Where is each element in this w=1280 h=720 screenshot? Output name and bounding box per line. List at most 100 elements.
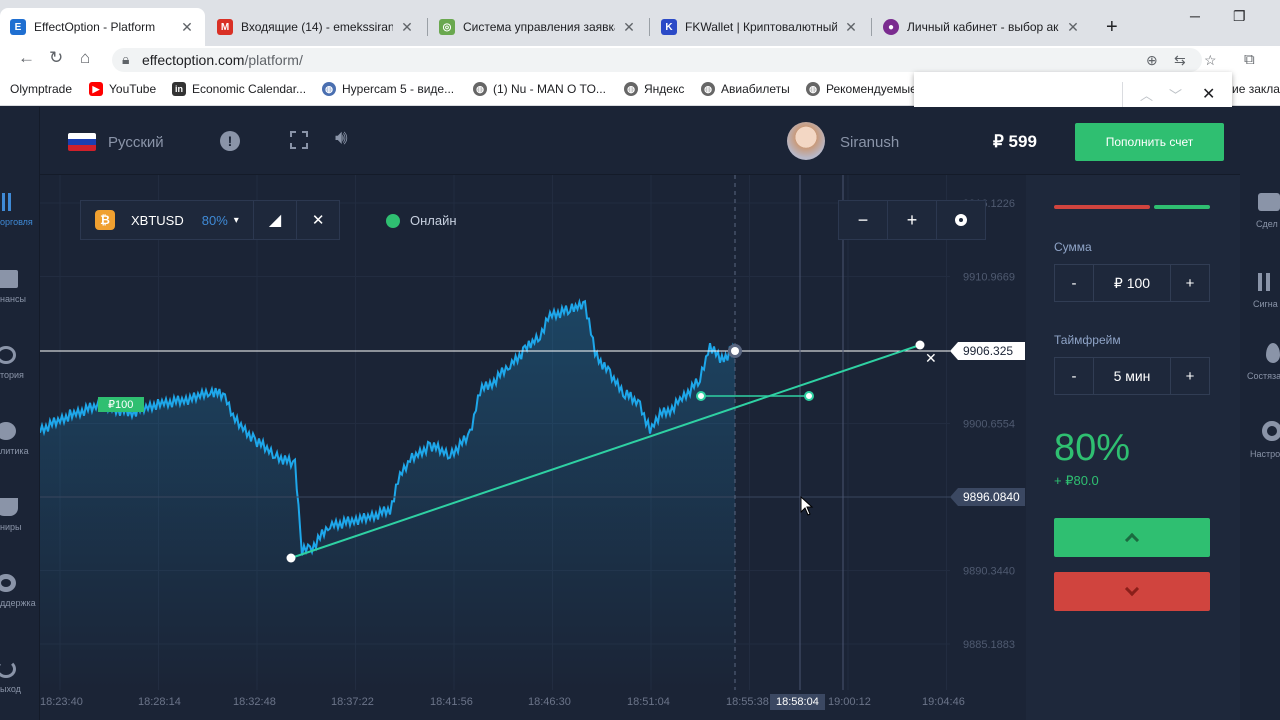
zoom-in-button[interactable]: + <box>888 201 937 239</box>
nav-trading[interactable]: орговля <box>0 193 40 227</box>
nav-contest[interactable]: Состяза <box>1240 343 1280 381</box>
reload-icon[interactable]: ↻ <box>49 48 63 68</box>
put-down-button[interactable] <box>1054 572 1210 611</box>
tab-tickets[interactable]: ◎ Система управления заявками ✕ <box>429 8 647 46</box>
reset-zoom-button[interactable] <box>937 201 985 239</box>
bookmark-hypercam[interactable]: ◍ Hypercam 5 - виде... <box>322 82 454 96</box>
nav-deals[interactable]: Сдел <box>1240 193 1280 229</box>
tab-effectoption[interactable]: E EffectOption - Platform ✕ <box>0 8 205 46</box>
tab-title: EffectOption - Platform <box>34 20 156 34</box>
url-host: effectoption.com <box>142 52 245 68</box>
mouse-cursor-icon <box>800 496 814 516</box>
nav-settings[interactable]: Настро <box>1240 421 1280 459</box>
x-tick-label: 18:55:38 <box>726 696 769 708</box>
new-tab-button[interactable]: + <box>1096 8 1126 46</box>
home-icon[interactable]: ⌂ <box>80 48 90 68</box>
translate-icon[interactable]: ⇆ <box>1174 52 1186 69</box>
address-bar[interactable]: 🔒︎ effectoption.com/platform/ ⊕ ⇆ ☆ <box>112 48 1217 72</box>
nav-support[interactable]: ддержка <box>0 574 40 608</box>
balance[interactable]: ₽ 599 <box>993 132 1037 152</box>
history-icon <box>0 346 16 364</box>
close-icon[interactable]: ✕ <box>179 19 195 36</box>
x-tick-label: 18:23:40 <box>40 696 83 708</box>
nav-finance[interactable]: нансы <box>0 270 40 304</box>
nav-logout[interactable]: ыход <box>0 660 40 694</box>
cursor-price-label: 9896.0840 <box>963 490 1020 504</box>
bookmark-nu[interactable]: ◍ (1) Nu - MAN O TO... <box>473 82 606 96</box>
fkwallet-icon: K <box>661 19 677 35</box>
sentiment-sell-bar <box>1054 205 1150 209</box>
url-path: /platform/ <box>244 52 303 68</box>
timeframe-value[interactable]: 5 мин <box>1093 358 1171 394</box>
language-selector[interactable]: Русский <box>68 133 164 151</box>
sound-icon[interactable]: 🔊︎ <box>335 127 348 150</box>
tab-gmail[interactable]: M Входящие (14) - emekssiranush ✕ <box>207 8 425 46</box>
bookmark-yandex[interactable]: ◍ Яндекс <box>624 82 684 96</box>
price-chart[interactable]: 9916.1226 9910.9669 9900.6554 9890.3440 9885… <box>39 175 1046 690</box>
logout-icon <box>0 660 16 678</box>
close-icon[interactable]: ✕ <box>843 19 859 36</box>
bookmark-aviabilety[interactable]: ◍ Авиабилеты <box>701 82 790 96</box>
bookmark-recommended[interactable]: ◍ Рекомендуемые <box>806 82 917 96</box>
nav-history[interactable]: тория <box>0 346 40 380</box>
restore-icon[interactable]: ❐ <box>1233 8 1246 25</box>
signals-icon <box>1258 273 1280 291</box>
find-next-icon[interactable]: ﹀ <box>1169 85 1182 104</box>
online-status: Онлайн <box>386 213 457 228</box>
find-previous-icon[interactable]: ︿ <box>1140 85 1153 104</box>
zoom-out-button[interactable]: − <box>839 201 888 239</box>
y-tick-label: 9885.1883 <box>963 639 1015 651</box>
nav-analytics[interactable]: литика <box>0 422 40 456</box>
fullscreen-icon[interactable] <box>290 131 308 149</box>
payout-percent: 80% <box>1054 427 1131 469</box>
avatar[interactable] <box>787 122 825 160</box>
x-tick-label: 18:41:56 <box>430 696 473 708</box>
bookmark-youtube[interactable]: ▶ YouTube <box>89 82 156 96</box>
bookmark-economic-calendar[interactable]: in Economic Calendar... <box>172 82 306 96</box>
back-icon[interactable]: ← <box>18 48 35 68</box>
zoom-icon[interactable]: ⊕ <box>1146 52 1158 69</box>
extensions-icon[interactable]: ⧉ <box>1244 51 1255 68</box>
amount-minus-button[interactable]: - <box>1055 265 1093 301</box>
close-icon[interactable]: ✕ <box>1065 19 1081 36</box>
close-icon[interactable]: ✕ <box>621 19 637 36</box>
tab-title: Система управления заявками <box>463 20 615 34</box>
nav-signals[interactable]: Сигна <box>1240 273 1280 309</box>
globe-icon: ◍ <box>701 82 715 96</box>
tools-icon: ✕ <box>311 212 325 229</box>
nav-tournaments[interactable]: ниры <box>0 498 40 532</box>
minimize-icon[interactable]: ─ <box>1190 8 1200 24</box>
price-area-fill <box>40 301 735 690</box>
tools-button[interactable]: ✕ <box>297 201 339 239</box>
info-icon[interactable]: ! <box>220 131 240 151</box>
find-input[interactable] <box>924 80 1124 110</box>
cabinet-icon: ● <box>883 19 899 35</box>
x-tick-label: 18:37:22 <box>331 696 374 708</box>
gmail-icon: M <box>217 19 233 35</box>
youtube-icon: ▶ <box>89 82 103 96</box>
asset-selector[interactable]: ₿ XBTUSD 80% ▾ <box>81 201 254 239</box>
x-tick-label: 18:51:04 <box>627 696 670 708</box>
close-icon[interactable]: ✕ <box>399 19 415 36</box>
tab-title: FKWallet | Криптовалютный кошелек <box>685 20 837 34</box>
amount-input[interactable]: ₽ 100 <box>1093 265 1171 301</box>
username[interactable]: Siranush <box>840 134 899 151</box>
timeframe-plus-button[interactable]: + <box>1171 358 1209 394</box>
tab-cabinet[interactable]: ● Личный кабинет - выбор аккаунта ✕ <box>873 8 1091 46</box>
segment-handle <box>696 391 706 401</box>
close-find-icon[interactable]: ✕ <box>1202 84 1215 104</box>
chart-type-button[interactable]: ◢ <box>254 201 298 239</box>
trend-handle <box>915 340 925 350</box>
bookmarks-overflow[interactable]: ие заклад <box>1232 82 1280 96</box>
timeframe-minus-button[interactable]: - <box>1055 358 1093 394</box>
delete-drawing-icon: ✕ <box>925 350 937 366</box>
deposit-button[interactable]: Пополнить счет <box>1075 123 1224 161</box>
amount-plus-button[interactable]: + <box>1171 265 1209 301</box>
browser-tab-strip: E EffectOption - Platform ✕ M Входящие (… <box>0 0 1280 46</box>
call-up-button[interactable] <box>1054 518 1210 557</box>
chart-svg[interactable]: 9916.12269910.96699900.65549890.34409885… <box>39 175 1046 690</box>
bookmark-olymptrade[interactable]: Olymptrade <box>0 82 72 96</box>
x-tick-label: 19:00:12 <box>828 696 871 708</box>
star-icon[interactable]: ☆ <box>1204 52 1217 69</box>
tab-fkwallet[interactable]: K FKWallet | Криптовалютный кошелек ✕ <box>651 8 869 46</box>
